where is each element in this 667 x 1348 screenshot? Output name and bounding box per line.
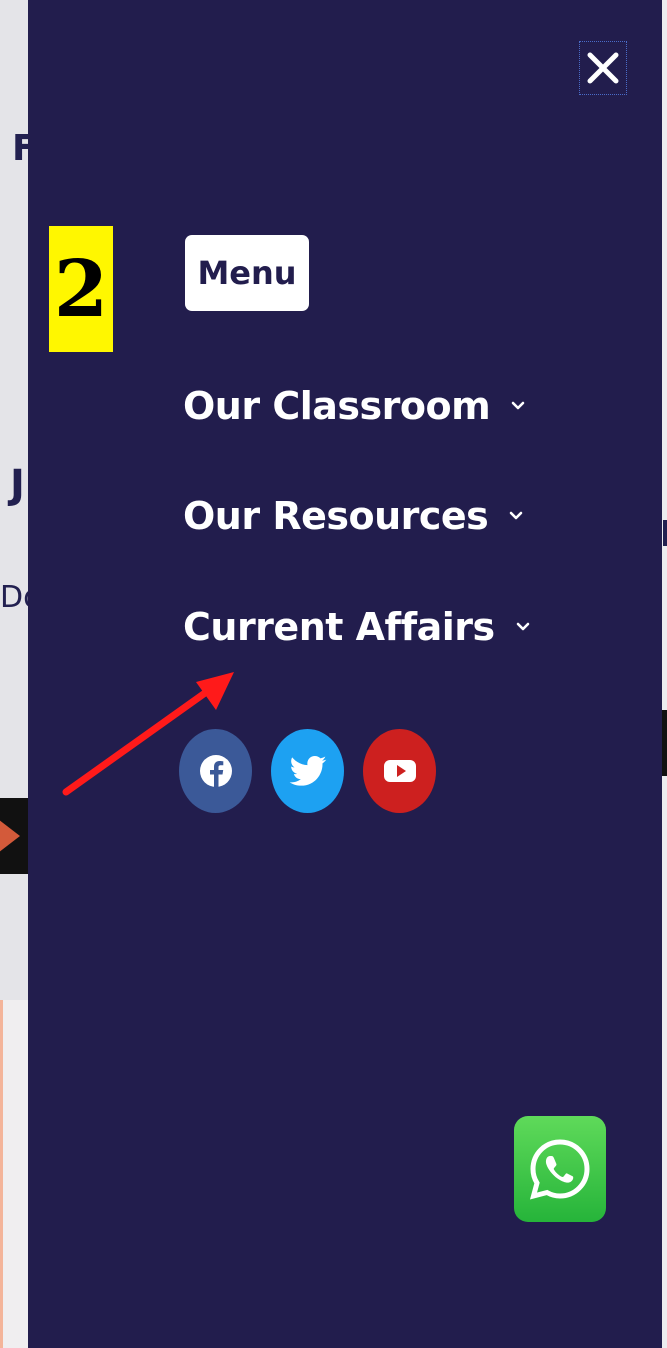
nav-item-label: Current Affairs	[183, 605, 495, 649]
nav-item-current-affairs[interactable]: Current Affairs	[183, 605, 531, 649]
facebook-icon	[199, 755, 232, 787]
nav-item-label: Our Resources	[183, 494, 489, 538]
background-thumbnail	[0, 798, 28, 874]
chevron-down-icon[interactable]	[508, 508, 524, 524]
nav-item-label: Our Classroom	[183, 384, 491, 428]
youtube-icon	[383, 760, 416, 782]
twitter-icon	[289, 756, 326, 786]
youtube-button[interactable]	[363, 729, 436, 813]
close-button[interactable]	[579, 41, 627, 95]
nav-item-our-classroom[interactable]: Our Classroom	[183, 384, 526, 428]
twitter-button[interactable]	[271, 729, 344, 813]
background-bottom-band	[0, 1000, 28, 1348]
chevron-down-icon[interactable]	[515, 619, 531, 635]
nav-item-our-resources[interactable]: Our Resources	[183, 494, 524, 538]
whatsapp-button[interactable]	[514, 1116, 606, 1222]
background-mark-right	[663, 520, 667, 546]
close-icon	[587, 52, 619, 84]
chevron-down-icon[interactable]	[510, 398, 526, 414]
step-number-badge: 2	[49, 226, 113, 352]
facebook-button[interactable]	[179, 729, 252, 813]
whatsapp-icon	[529, 1139, 590, 1200]
menu-button[interactable]: Menu	[185, 235, 309, 311]
background-logo-fragment: J	[10, 462, 25, 508]
